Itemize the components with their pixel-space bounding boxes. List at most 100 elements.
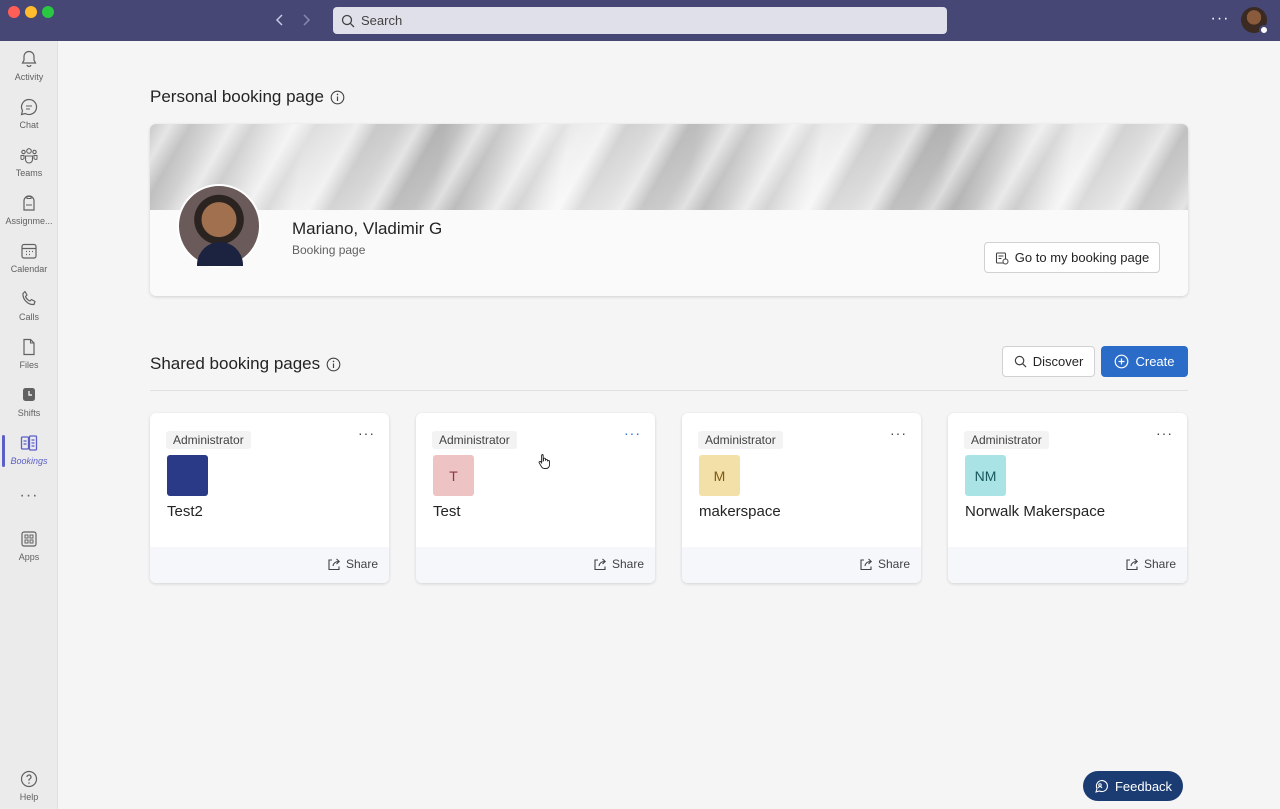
search-bar[interactable] bbox=[333, 7, 947, 34]
rail-item-calls[interactable]: Calls bbox=[0, 289, 58, 333]
page-title: Personal booking page bbox=[150, 87, 324, 106]
rail-label: Calendar bbox=[10, 264, 48, 274]
feedback-icon bbox=[1095, 779, 1108, 793]
main-content: Personal booking page Mariano, Vladimir … bbox=[59, 41, 1280, 809]
info-icon[interactable] bbox=[330, 90, 345, 105]
search-icon bbox=[1014, 355, 1027, 368]
profile-name: Mariano, Vladimir G bbox=[292, 219, 443, 238]
rail-item-activity[interactable]: Activity bbox=[0, 49, 58, 93]
go-to-booking-page-button[interactable]: Go to my booking page bbox=[984, 242, 1160, 273]
settings-more-button[interactable]: ··· bbox=[1210, 9, 1230, 31]
phone-icon bbox=[22, 290, 36, 306]
rail-item-teams[interactable]: Teams bbox=[0, 145, 58, 189]
share-icon bbox=[860, 558, 872, 570]
rail-label: Calls bbox=[18, 312, 39, 322]
open-page-icon bbox=[995, 251, 1009, 264]
rail-label: Teams bbox=[15, 168, 43, 178]
rail-label: Assignme... bbox=[5, 216, 53, 226]
shared-section-header: Shared booking pages bbox=[150, 354, 341, 374]
search-icon bbox=[341, 14, 355, 27]
rail-label: Shifts bbox=[17, 408, 41, 418]
card-footer: Share bbox=[682, 547, 921, 583]
forward-arrow-icon[interactable] bbox=[296, 10, 316, 30]
rail-item-bookings[interactable]: Bookings bbox=[0, 433, 58, 477]
minimize-window-button[interactable] bbox=[25, 6, 37, 18]
share-label: Share bbox=[877, 557, 910, 571]
rail-label: Apps bbox=[18, 552, 40, 562]
discover-label: Discover bbox=[1032, 354, 1084, 369]
share-button[interactable]: Share bbox=[1125, 557, 1176, 571]
card-more-options-button[interactable]: ··· bbox=[1156, 425, 1173, 441]
rail-label: Help bbox=[19, 792, 39, 802]
booking-name: Test2 bbox=[167, 503, 203, 520]
rail-label: Files bbox=[19, 360, 39, 370]
hand-cursor-icon bbox=[538, 454, 550, 469]
calendar-icon bbox=[21, 243, 37, 259]
booking-card-norwalk-makerspace[interactable]: Administrator ··· NM Norwalk Makerspace … bbox=[948, 413, 1187, 583]
rail-label: Bookings bbox=[10, 456, 48, 466]
maximize-window-button[interactable] bbox=[42, 6, 54, 18]
booking-card-test2[interactable]: Administrator ··· Test2 Share bbox=[150, 413, 389, 583]
rail-item-apps[interactable]: Apps bbox=[0, 529, 58, 573]
chat-icon bbox=[20, 98, 38, 116]
card-more-options-button[interactable]: ··· bbox=[358, 425, 375, 441]
card-footer: Share bbox=[150, 547, 389, 583]
rail-item-files[interactable]: Files bbox=[0, 337, 58, 381]
more-apps-button[interactable]: ··· bbox=[0, 487, 58, 505]
share-label: Share bbox=[345, 557, 378, 571]
share-label: Share bbox=[611, 557, 644, 571]
card-footer: Share bbox=[416, 547, 655, 583]
share-icon bbox=[594, 558, 606, 570]
bookings-icon bbox=[20, 435, 38, 451]
booking-name: Norwalk Makerspace bbox=[965, 503, 1106, 520]
create-label: Create bbox=[1135, 354, 1175, 369]
role-badge: Administrator bbox=[432, 431, 517, 449]
card-footer: Share bbox=[948, 547, 1187, 583]
share-button[interactable]: Share bbox=[859, 557, 910, 571]
search-input[interactable] bbox=[361, 13, 921, 28]
feedback-label: Feedback bbox=[1114, 778, 1173, 794]
backpack-icon bbox=[23, 195, 35, 211]
role-badge: Administrator bbox=[964, 431, 1049, 449]
booking-name: Test bbox=[433, 503, 461, 520]
booking-tile: T bbox=[433, 455, 474, 496]
rail-item-chat[interactable]: Chat bbox=[0, 97, 58, 141]
booking-card-makerspace[interactable]: Administrator ··· M makerspace Share bbox=[682, 413, 921, 583]
rail-item-shifts[interactable]: Shifts bbox=[0, 385, 58, 429]
share-button[interactable]: Share bbox=[327, 557, 378, 571]
personal-booking-card: Mariano, Vladimir G Booking page Go to m… bbox=[150, 124, 1188, 296]
rail-label: Activity bbox=[14, 72, 44, 82]
share-button[interactable]: Share bbox=[593, 557, 644, 571]
personal-section-header: Personal booking page bbox=[150, 87, 345, 107]
cover-banner bbox=[150, 124, 1188, 210]
booking-tile bbox=[167, 455, 208, 496]
teams-icon bbox=[20, 148, 38, 164]
user-avatar[interactable] bbox=[1241, 7, 1269, 35]
discover-button[interactable]: Discover bbox=[1002, 346, 1095, 377]
card-more-options-button[interactable]: ··· bbox=[624, 425, 641, 441]
rail-item-assignments[interactable]: Assignme... bbox=[0, 193, 58, 237]
go-button-label: Go to my booking page bbox=[1014, 250, 1150, 265]
card-more-options-button[interactable]: ··· bbox=[890, 425, 907, 441]
shifts-icon bbox=[23, 388, 35, 401]
presence-status-icon bbox=[1259, 25, 1269, 35]
divider bbox=[150, 390, 1188, 391]
rail-item-calendar[interactable]: Calendar bbox=[0, 241, 58, 285]
file-icon bbox=[23, 338, 35, 356]
profile-subtitle: Booking page bbox=[292, 243, 366, 257]
section-title: Shared booking pages bbox=[150, 354, 321, 373]
role-badge: Administrator bbox=[698, 431, 783, 449]
feedback-button[interactable]: Feedback bbox=[1083, 771, 1183, 801]
rail-item-help[interactable]: Help bbox=[0, 769, 58, 809]
back-arrow-icon[interactable] bbox=[270, 10, 290, 30]
rail-label: Chat bbox=[19, 120, 39, 130]
create-button[interactable]: Create bbox=[1101, 346, 1188, 377]
profile-photo bbox=[177, 184, 261, 268]
close-window-button[interactable] bbox=[8, 6, 20, 18]
info-icon[interactable] bbox=[326, 357, 341, 372]
apps-icon bbox=[21, 531, 37, 547]
plus-circle-icon bbox=[1115, 354, 1129, 369]
booking-card-test[interactable]: Administrator ··· T Test Share bbox=[416, 413, 655, 583]
share-icon bbox=[1126, 558, 1138, 570]
title-bar: ··· bbox=[0, 0, 1280, 41]
